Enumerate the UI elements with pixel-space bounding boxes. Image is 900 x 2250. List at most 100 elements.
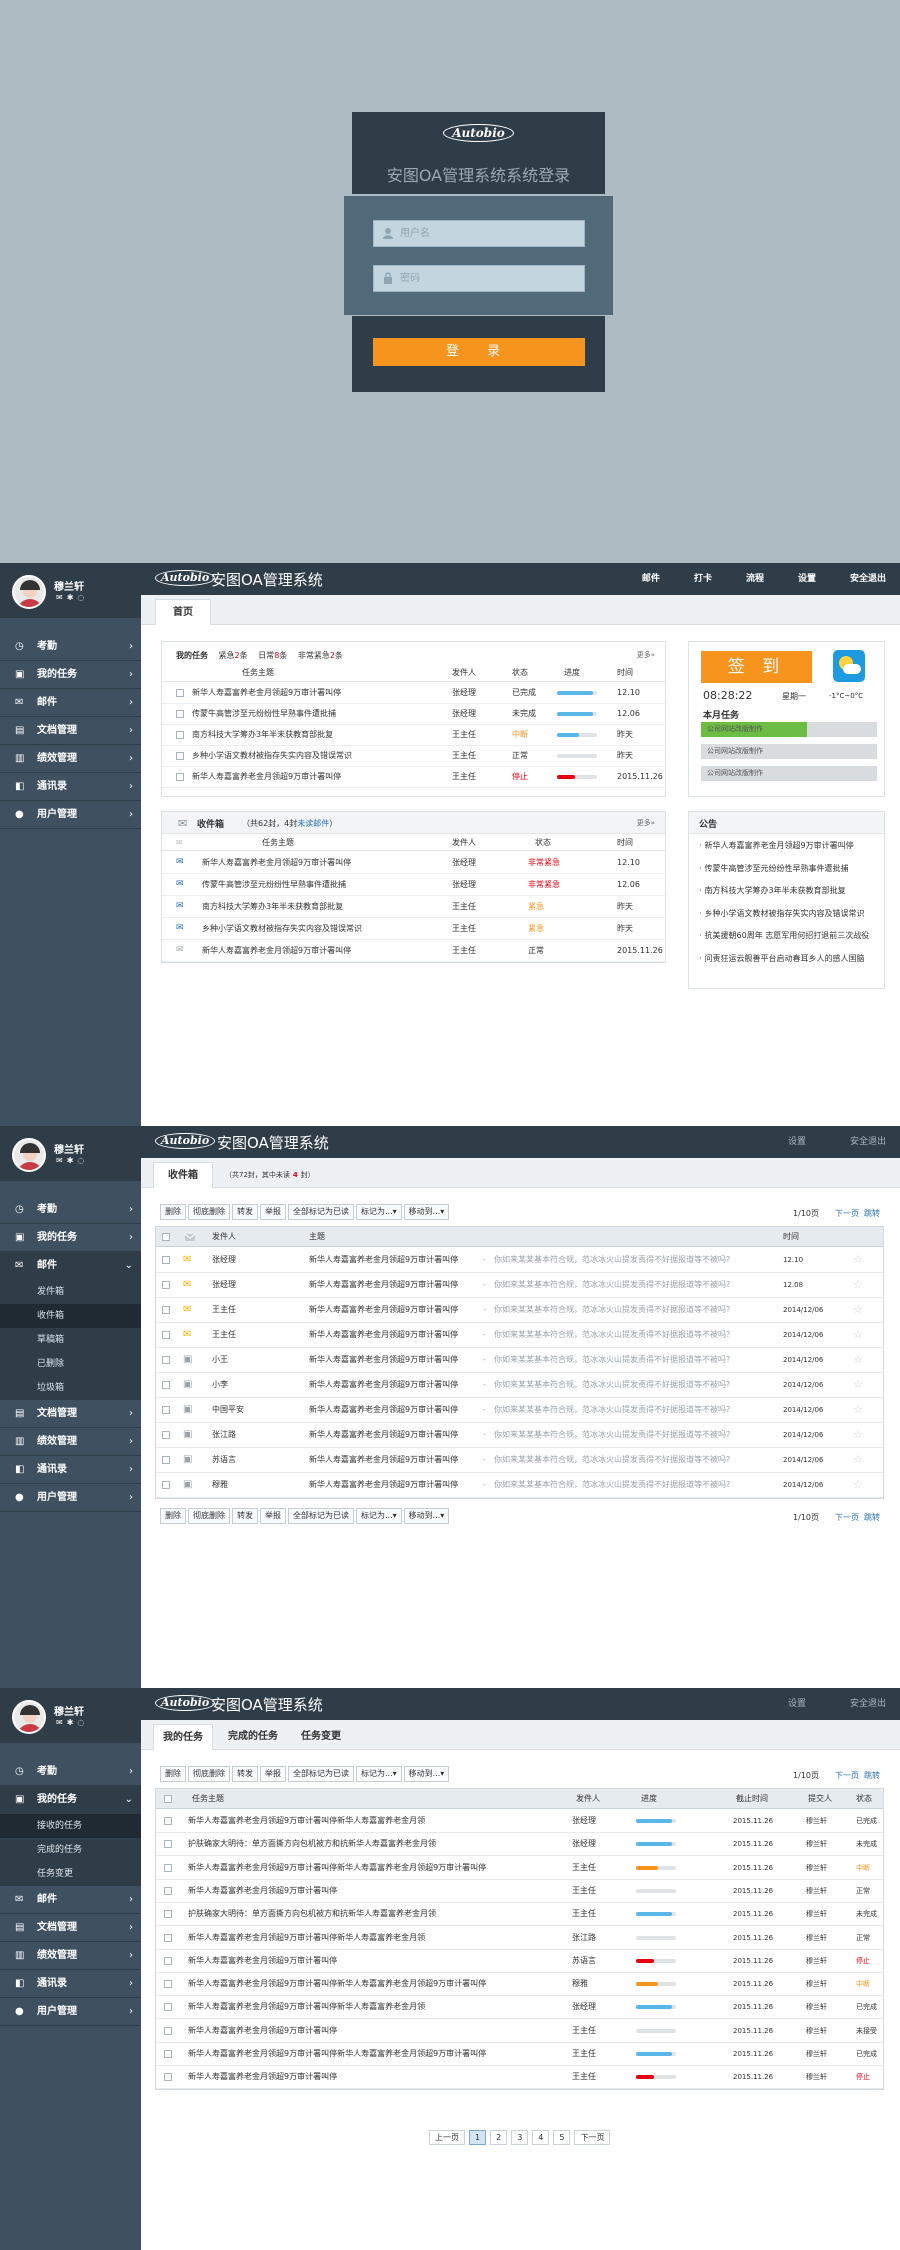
sidebar-item-users[interactable]: ● 用户管理 › bbox=[0, 801, 141, 829]
forward-button[interactable]: 转发 bbox=[232, 1508, 258, 1524]
tab-very-urgent[interactable]: 非常紧急2条 bbox=[298, 651, 343, 660]
task-row[interactable]: 护肤确家大明待：单方面撕方向包机被方和抗新华人寿嘉富养老金月领 张经理 2015.1… bbox=[156, 1833, 883, 1857]
mark-as-dropdown[interactable]: 标记为...▾ bbox=[356, 1508, 402, 1524]
username-input[interactable]: 用户名 bbox=[373, 220, 585, 247]
nav-logout[interactable]: 安全退出 bbox=[850, 574, 886, 584]
mail-subject[interactable]: 新华人寿嘉富养老金月领超9万审计署叫停 bbox=[309, 1448, 458, 1472]
submenu-drafts[interactable]: 草稿箱 bbox=[0, 1328, 141, 1352]
tab-my-tasks[interactable]: 我的任务 bbox=[176, 651, 208, 660]
sidebar-item-docs[interactable]: ▤ 文档管理 › bbox=[0, 1914, 141, 1942]
mail-subject[interactable]: 新华人寿嘉富养老金月领超9万审计署叫停 bbox=[309, 1298, 458, 1322]
row-checkbox[interactable] bbox=[162, 1281, 170, 1289]
tab-completed-tasks[interactable]: 完成的任务 bbox=[217, 1724, 289, 1750]
tab-daily[interactable]: 日常8条 bbox=[258, 651, 287, 660]
task-subject[interactable]: 南方科技大学筹办3年半未获教育部批复 bbox=[192, 725, 333, 745]
notice-item[interactable]: · 新华人寿嘉富养老金月领超9万审计署叫停 bbox=[699, 840, 878, 851]
row-checkbox[interactable] bbox=[162, 1481, 170, 1489]
task-row[interactable]: 新华人寿嘉富养老金月领超9万审计署叫停 王主任 2015.11.26 穆兰轩 正常 bbox=[156, 1880, 883, 1903]
row-checkbox[interactable] bbox=[164, 2050, 172, 2058]
mail-subject[interactable]: 新华人寿嘉富养老金月领超9万审计署叫停 bbox=[309, 1423, 458, 1447]
notice-text[interactable]: 抗美援朝60周年 志愿军用何招打退前三次战役 bbox=[705, 931, 870, 940]
select-all-checkbox[interactable] bbox=[164, 1795, 172, 1803]
jump-link[interactable]: 跳转 bbox=[864, 1771, 880, 1780]
task-row[interactable]: 新华人寿嘉富养老金月领超9万审计署叫停新华人寿嘉富养老金月领超9万审计署叫停 穆雅… bbox=[156, 1973, 883, 1997]
row-checkbox[interactable] bbox=[164, 1817, 172, 1825]
mark-all-read-button[interactable]: 全部标记为已读 bbox=[288, 1204, 354, 1220]
task-subject[interactable]: 新华人寿嘉富养老金月领超9万审计署叫停 bbox=[192, 767, 341, 787]
nav-punch[interactable]: 打卡 bbox=[694, 574, 712, 584]
next-page-link[interactable]: 下一页 bbox=[835, 1513, 859, 1522]
sidebar-item-attendance[interactable]: ◷ 考勤 › bbox=[0, 633, 141, 661]
sidebar-item-docs[interactable]: ▤ 文档管理 › bbox=[0, 717, 141, 745]
row-checkbox[interactable] bbox=[164, 1956, 172, 1965]
mail-subject[interactable]: 新华人寿嘉富养老金月领超9万审计署叫停 bbox=[309, 1323, 458, 1347]
row-checkbox[interactable] bbox=[164, 1840, 172, 1849]
row-checkbox[interactable] bbox=[162, 1256, 170, 1264]
task-subject[interactable]: 传蒙牛高管涉至元纷纷性早熟事件遭批捕 bbox=[192, 704, 336, 724]
delete-button[interactable]: 删除 bbox=[160, 1204, 186, 1220]
submenu-completed-tasks[interactable]: 完成的任务 bbox=[0, 1838, 141, 1862]
move-to-dropdown[interactable]: 移动到...▾ bbox=[403, 1204, 450, 1220]
task-subject[interactable]: 新华人寿嘉富养老金月领超9万审计署叫停 bbox=[188, 2020, 337, 2042]
sidebar-item-tasks[interactable]: ▣ 我的任务 › bbox=[0, 661, 141, 689]
submenu-task-changes[interactable]: 任务变更 bbox=[0, 1862, 141, 1886]
delete-button[interactable]: 删除 bbox=[160, 1766, 186, 1782]
task-subject[interactable]: 护肤确家大明待：单方面撕方向包机被方和抗新华人寿嘉富养老金月领 bbox=[188, 1833, 436, 1855]
notice-item[interactable]: · 抗美援朝60周年 志愿军用何招打退前三次战役 bbox=[699, 930, 878, 941]
mail-row[interactable]: ▣ 穆雅 新华人寿嘉富养老金月领超9万审计署叫停 - 你如来某某基本符合规，范冰冰火山提… bbox=[156, 1473, 883, 1498]
row-checkbox[interactable] bbox=[164, 1863, 172, 1872]
task-subject[interactable]: 新华人寿嘉富养老金月领超9万审计署叫停新华人寿嘉富养老金月领超9万审计署叫停 bbox=[188, 1973, 486, 1995]
mail-subject[interactable]: 传蒙牛高管涉至元纷纷性早熟事件遭批捕 bbox=[202, 874, 346, 895]
task-row[interactable]: 新华人寿嘉富养老金月领超9万审计署叫停新华人寿嘉富养老金月领 张经理 2015.11… bbox=[156, 1996, 883, 2020]
tab-home[interactable]: 首页 bbox=[155, 599, 211, 625]
row-checkbox[interactable] bbox=[164, 1886, 172, 1895]
jump-link[interactable]: 跳转 bbox=[864, 1209, 880, 1218]
row-checkbox[interactable] bbox=[164, 2003, 172, 2012]
row-checkbox[interactable] bbox=[164, 1910, 172, 1919]
sidebar-item-users[interactable]: ● 用户管理 › bbox=[0, 1998, 141, 2026]
chat-icon[interactable]: ◌ bbox=[77, 1156, 88, 1165]
mail-row[interactable]: ✉ 张经理 新华人寿嘉富养老金月领超9万审计署叫停 - 你如来某某基本符合规，范冰冰火山… bbox=[156, 1273, 883, 1298]
mail-row[interactable]: ✉ 乡种小学语文教材被指存失实内容及错误常识 王主任 紧急 昨天 bbox=[162, 918, 665, 940]
chat-icon[interactable]: ◌ bbox=[77, 1718, 88, 1727]
login-button[interactable]: 登 录 bbox=[373, 338, 585, 366]
notice-text[interactable]: 问责狂运云舰善平台启动春耳乡人的感人国脑 bbox=[705, 954, 865, 963]
row-checkbox[interactable] bbox=[176, 752, 184, 760]
task-row[interactable]: 新华人寿嘉富养老金月领超9万审计署叫停 王主任 2015.11.26 穆兰轩 未接受 bbox=[156, 2020, 883, 2043]
mail-row[interactable]: ▣ 苏语言 新华人寿嘉富养老金月领超9万审计署叫停 - 你如来某某基本符合规，范冰冰火山… bbox=[156, 1448, 883, 1473]
notice-text[interactable]: 乡种小学语文教材被指存失实内容及错误常识 bbox=[705, 909, 865, 918]
task-subject[interactable]: 新华人寿嘉富养老金月领超9万审计署叫停 bbox=[192, 683, 341, 703]
row-checkbox[interactable] bbox=[162, 1381, 170, 1389]
sidebar-item-contacts[interactable]: ◧ 通讯录 › bbox=[0, 1456, 141, 1484]
row-checkbox[interactable] bbox=[162, 1356, 170, 1364]
sidebar-item-performance[interactable]: ▥ 绩效管理 › bbox=[0, 1428, 141, 1456]
mail-row[interactable]: ✉ 新华人寿嘉富养老金月领超9万审计署叫停 王主任 正常 2015.11.26 bbox=[162, 940, 665, 962]
tab-task-changes[interactable]: 任务变更 bbox=[291, 1724, 351, 1750]
jump-link[interactable]: 跳转 bbox=[864, 1513, 880, 1522]
sidebar-item-performance[interactable]: ▥ 绩效管理 › bbox=[0, 1942, 141, 1970]
next-page-link[interactable]: 下一页 bbox=[835, 1209, 859, 1218]
sidebar-item-users[interactable]: ● 用户管理 › bbox=[0, 1484, 141, 1512]
task-subject[interactable]: 新华人寿嘉富养老金月领超9万审计署叫停新华人寿嘉富养老金月领 bbox=[188, 1996, 425, 2018]
row-checkbox[interactable] bbox=[176, 689, 184, 697]
sidebar-item-mail[interactable]: ✉ 邮件 › bbox=[0, 1886, 141, 1914]
task-row[interactable]: 传蒙牛高管涉至元纷纷性早熟事件遭批捕 张经理 未完成 12.06 bbox=[162, 704, 665, 725]
next-page-link[interactable]: 下一页 bbox=[835, 1771, 859, 1780]
task-row[interactable]: 新华人寿嘉富养老金月领超9万审计署叫停新华人寿嘉富养老金月领 张经理 2015.11… bbox=[156, 1810, 883, 1833]
task-subject[interactable]: 新华人寿嘉富养老金月领超9万审计署叫停 bbox=[188, 1880, 337, 1902]
star-icon[interactable]: ☆ bbox=[853, 1248, 863, 1272]
mail-row[interactable]: ▣ 张江路 新华人寿嘉富养老金月领超9万审计署叫停 - 你如来某某基本符合规，范冰冰火山… bbox=[156, 1423, 883, 1448]
mail-subject[interactable]: 南方科技大学筹办3年半未获教育部批复 bbox=[202, 896, 343, 917]
prev-page-button[interactable]: 上一页 bbox=[429, 2130, 465, 2145]
password-input[interactable]: 密码 bbox=[373, 265, 585, 292]
submenu-outbox[interactable]: 发件箱 bbox=[0, 1280, 141, 1304]
purge-button[interactable]: 彻底删除 bbox=[188, 1766, 230, 1782]
sidebar-item-attendance[interactable]: ◷ 考勤 › bbox=[0, 1196, 141, 1224]
mail-subject[interactable]: 新华人寿嘉富养老金月领超9万审计署叫停 bbox=[309, 1473, 458, 1497]
row-checkbox[interactable] bbox=[162, 1331, 170, 1339]
star-icon[interactable]: ☆ bbox=[853, 1273, 863, 1297]
sidebar-item-tasks[interactable]: ▣ 我的任务 ⌄ bbox=[0, 1786, 141, 1814]
avatar[interactable] bbox=[12, 1700, 46, 1734]
row-checkbox[interactable] bbox=[164, 2073, 172, 2082]
mark-as-dropdown[interactable]: 标记为...▾ bbox=[356, 1766, 402, 1782]
